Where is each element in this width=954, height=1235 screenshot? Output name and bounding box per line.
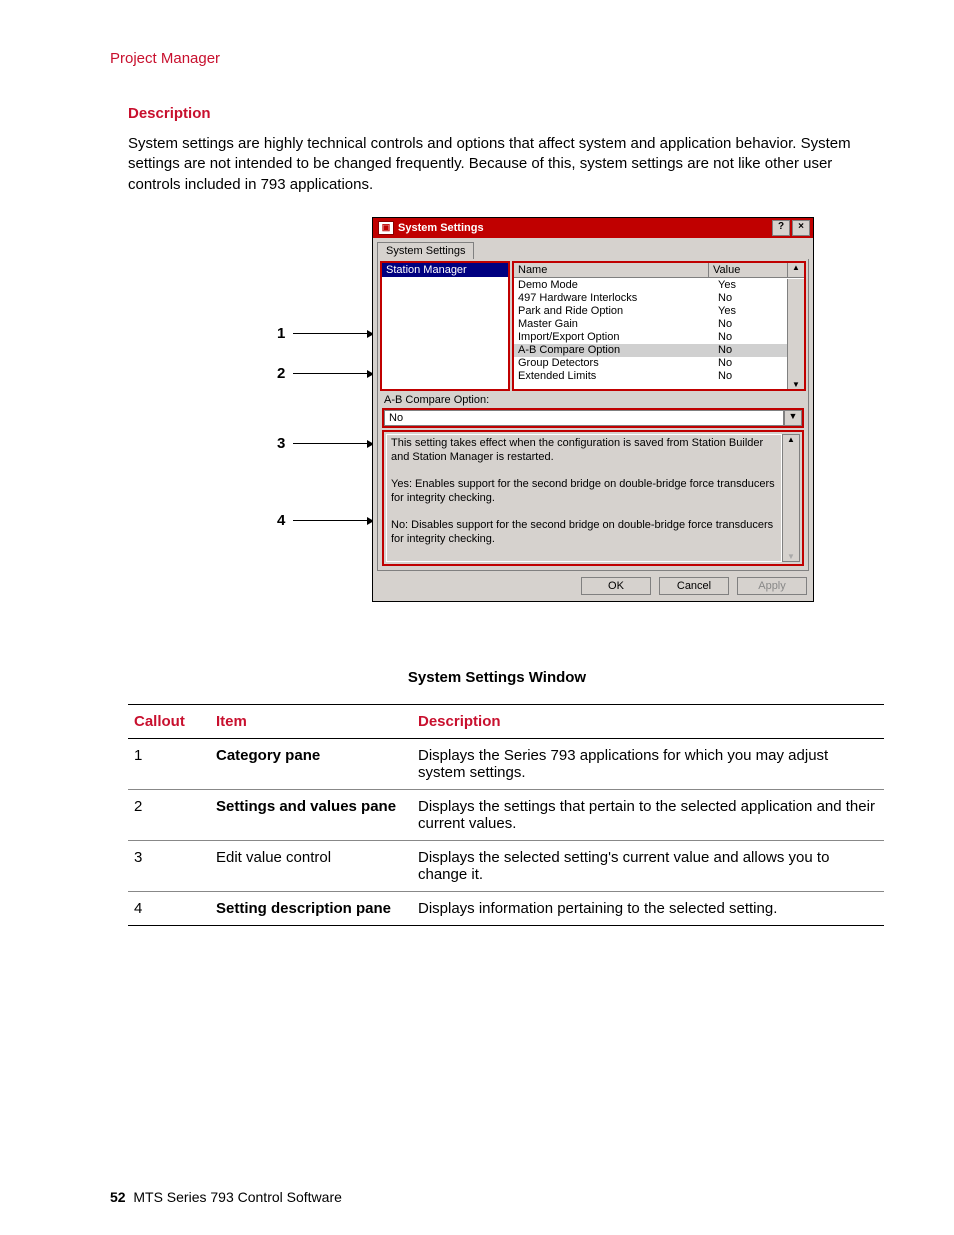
setting-name: Group Detectors bbox=[518, 357, 718, 370]
footer-title: MTS Series 793 Control Software bbox=[133, 1189, 342, 1205]
setting-row-selected[interactable]: A-B Compare OptionNo bbox=[514, 344, 788, 357]
setting-description-pane: This setting takes effect when the confi… bbox=[382, 430, 804, 566]
setting-value: No bbox=[718, 318, 784, 331]
setting-row[interactable]: Import/Export OptionNo bbox=[514, 331, 788, 344]
setting-row[interactable]: Master GainNo bbox=[514, 318, 788, 331]
table-header-description: Description bbox=[412, 704, 884, 738]
setting-row[interactable]: Extended LimitsNo bbox=[514, 370, 788, 383]
figure-caption: System Settings Window bbox=[110, 669, 884, 686]
table-header-callout: Callout bbox=[128, 704, 210, 738]
table-row: 3 Edit value control Displays the select… bbox=[128, 840, 884, 891]
callout-arrow bbox=[293, 443, 373, 444]
cell-description: Displays the Series 793 applications for… bbox=[412, 738, 884, 789]
scrollbar[interactable]: ▲ ▼ bbox=[782, 434, 800, 562]
setting-row[interactable]: Group DetectorsNo bbox=[514, 357, 788, 370]
info-paragraph: Yes: Enables support for the second brid… bbox=[391, 478, 777, 506]
cell-description: Displays information pertaining to the s… bbox=[412, 891, 884, 925]
section-header: Project Manager bbox=[110, 50, 884, 67]
cell-callout: 2 bbox=[128, 789, 210, 840]
setting-value: No bbox=[718, 344, 784, 357]
window-icon: ▣ bbox=[378, 221, 394, 235]
titlebar[interactable]: ▣ System Settings ? × bbox=[373, 218, 813, 238]
settings-values-pane[interactable]: Name Value ▲ Demo ModeYes 497 Hardware I… bbox=[512, 261, 806, 391]
scroll-up-icon[interactable]: ▲ bbox=[788, 263, 804, 277]
setting-name: Park and Ride Option bbox=[518, 305, 718, 318]
callout-arrow bbox=[293, 520, 373, 521]
setting-name: Master Gain bbox=[518, 318, 718, 331]
cell-callout: 3 bbox=[128, 840, 210, 891]
setting-value: Yes bbox=[718, 279, 784, 292]
table-row: 2 Settings and values pane Displays the … bbox=[128, 789, 884, 840]
callout-1: 1 bbox=[277, 325, 285, 342]
cell-item: Category pane bbox=[210, 738, 412, 789]
setting-value: No bbox=[718, 331, 784, 344]
category-pane[interactable]: Station Manager bbox=[380, 261, 510, 391]
scrollbar[interactable]: ▼ bbox=[787, 279, 804, 389]
cell-callout: 1 bbox=[128, 738, 210, 789]
setting-value: Yes bbox=[718, 305, 784, 318]
setting-row[interactable]: Demo ModeYes bbox=[514, 279, 788, 292]
cell-description: Displays the settings that pertain to th… bbox=[412, 789, 884, 840]
setting-value: No bbox=[718, 357, 784, 370]
setting-name: 497 Hardware Interlocks bbox=[518, 292, 718, 305]
category-item-station-manager[interactable]: Station Manager bbox=[382, 263, 508, 277]
scroll-down-icon[interactable]: ▼ bbox=[788, 380, 804, 389]
page-footer: 52 MTS Series 793 Control Software bbox=[110, 1189, 342, 1205]
help-button[interactable]: ? bbox=[772, 220, 790, 236]
edit-value-input[interactable]: No bbox=[384, 410, 784, 426]
info-paragraph: No: Disables support for the second brid… bbox=[391, 519, 777, 547]
callout-table: Callout Item Description 1 Category pane… bbox=[128, 704, 884, 926]
cell-callout: 4 bbox=[128, 891, 210, 925]
setting-name: A-B Compare Option bbox=[518, 344, 718, 357]
cell-item: Edit value control bbox=[210, 840, 412, 891]
callout-arrow bbox=[293, 333, 373, 334]
figure-area: 1 2 3 4 ▣ System Settings ? bbox=[172, 217, 822, 647]
ok-button[interactable]: OK bbox=[581, 577, 651, 595]
table-header-item: Item bbox=[210, 704, 412, 738]
cancel-button[interactable]: Cancel bbox=[659, 577, 729, 595]
cell-item: Settings and values pane bbox=[210, 789, 412, 840]
callout-2: 2 bbox=[277, 365, 285, 382]
dropdown-icon[interactable]: ▼ bbox=[784, 410, 802, 426]
apply-button[interactable]: Apply bbox=[737, 577, 807, 595]
callout-4: 4 bbox=[277, 512, 285, 529]
close-button[interactable]: × bbox=[792, 220, 810, 236]
table-row: 4 Setting description pane Displays info… bbox=[128, 891, 884, 925]
scroll-down-icon[interactable]: ▼ bbox=[783, 552, 799, 561]
setting-name: Import/Export Option bbox=[518, 331, 718, 344]
setting-name: Extended Limits bbox=[518, 370, 718, 383]
description-heading: Description bbox=[128, 105, 884, 122]
column-header-value[interactable]: Value bbox=[709, 263, 788, 277]
description-body: System settings are highly technical con… bbox=[128, 134, 884, 195]
page-number: 52 bbox=[110, 1189, 126, 1205]
callout-arrow bbox=[293, 373, 373, 374]
setting-description-text: This setting takes effect when the confi… bbox=[386, 434, 782, 562]
info-paragraph: This setting takes effect when the confi… bbox=[391, 437, 777, 465]
system-settings-window: ▣ System Settings ? × System Settings St… bbox=[372, 217, 814, 602]
edit-value-control[interactable]: No ▼ bbox=[382, 408, 804, 428]
window-title: System Settings bbox=[398, 222, 484, 234]
setting-value: No bbox=[718, 292, 784, 305]
callout-3: 3 bbox=[277, 435, 285, 452]
cell-description: Displays the selected setting's current … bbox=[412, 840, 884, 891]
setting-row[interactable]: 497 Hardware InterlocksNo bbox=[514, 292, 788, 305]
column-header-name[interactable]: Name bbox=[514, 263, 709, 277]
table-row: 1 Category pane Displays the Series 793 … bbox=[128, 738, 884, 789]
setting-name: Demo Mode bbox=[518, 279, 718, 292]
edit-value-label: A-B Compare Option: bbox=[380, 391, 806, 408]
cell-item: Setting description pane bbox=[210, 891, 412, 925]
tab-system-settings[interactable]: System Settings bbox=[377, 242, 474, 259]
setting-row[interactable]: Park and Ride OptionYes bbox=[514, 305, 788, 318]
setting-value: No bbox=[718, 370, 784, 383]
scroll-up-icon[interactable]: ▲ bbox=[783, 435, 799, 444]
